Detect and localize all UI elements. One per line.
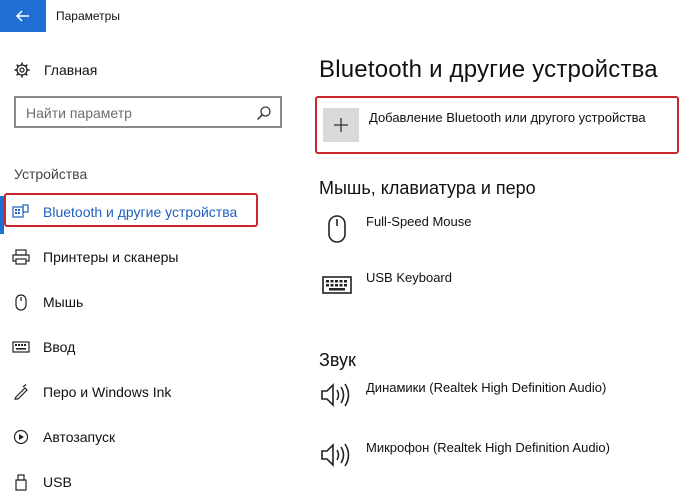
sidebar-item-pen[interactable]: Перо и Windows Ink	[0, 373, 295, 411]
keyboard-icon	[12, 339, 30, 355]
device-item-mouse[interactable]: Full-Speed Mouse	[319, 212, 689, 252]
gear-icon	[14, 62, 30, 78]
device-item-speakers[interactable]: Динамики (Realtek High Definition Audio)	[319, 378, 689, 418]
sidebar-item-label: USB	[43, 474, 72, 490]
speaker-icon	[319, 378, 355, 412]
home-label: Главная	[44, 62, 98, 78]
add-device-button[interactable]: Добавление Bluetooth или другого устройс…	[315, 96, 679, 154]
keyboard-icon	[319, 268, 355, 302]
back-button[interactable]	[0, 0, 46, 32]
title-bar: Параметры	[0, 0, 699, 32]
page-title: Bluetooth и другие устройства	[319, 56, 658, 83]
add-device-label: Добавление Bluetooth или другого устройс…	[369, 110, 646, 125]
sidebar-item-label: Перо и Windows Ink	[43, 384, 172, 400]
device-name: Микрофон (Realtek High Definition Audio)	[366, 440, 610, 455]
window-title: Параметры	[56, 9, 120, 23]
speaker-icon	[319, 438, 355, 472]
sidebar-item-input[interactable]: Ввод	[0, 328, 295, 366]
sidebar-item-label: Принтеры и сканеры	[43, 249, 179, 265]
sidebar-item-printers[interactable]: Принтеры и сканеры	[0, 238, 295, 276]
usb-icon	[12, 473, 30, 491]
sidebar-home[interactable]: Главная	[14, 62, 97, 78]
sidebar: Главная Найти параметр Устройства Blueto…	[0, 32, 295, 497]
device-name: Full-Speed Mouse	[366, 214, 472, 229]
main-content: Bluetooth и другие устройства Добавление…	[295, 32, 699, 497]
sidebar-item-mouse[interactable]: Мышь	[0, 283, 295, 321]
group-title-input-devices: Мышь, клавиатура и перо	[319, 178, 536, 198]
mouse-icon	[319, 212, 355, 246]
pen-icon	[12, 384, 30, 400]
device-name: USB Keyboard	[366, 270, 452, 285]
search-input[interactable]: Найти параметр	[14, 96, 282, 128]
highlight-box-sidebar	[4, 193, 258, 227]
sidebar-item-label: Автозапуск	[43, 429, 116, 445]
group-title-audio: Звук	[319, 350, 356, 370]
device-item-microphone[interactable]: Микрофон (Realtek High Definition Audio)	[319, 438, 689, 478]
sidebar-item-label: Мышь	[43, 294, 84, 310]
autoplay-icon	[12, 429, 30, 445]
back-arrow-icon	[15, 10, 29, 22]
mouse-icon	[12, 293, 30, 311]
device-item-keyboard[interactable]: USB Keyboard	[319, 268, 689, 308]
search-placeholder: Найти параметр	[26, 105, 132, 121]
printer-icon	[12, 249, 30, 265]
sidebar-item-autoplay[interactable]: Автозапуск	[0, 418, 295, 456]
search-icon	[256, 106, 271, 121]
plus-icon	[323, 108, 359, 142]
sidebar-item-usb[interactable]: USB	[0, 463, 295, 497]
section-label-devices: Устройства	[14, 166, 88, 182]
device-name: Динамики (Realtek High Definition Audio)	[366, 380, 607, 395]
sidebar-item-label: Ввод	[43, 339, 76, 355]
